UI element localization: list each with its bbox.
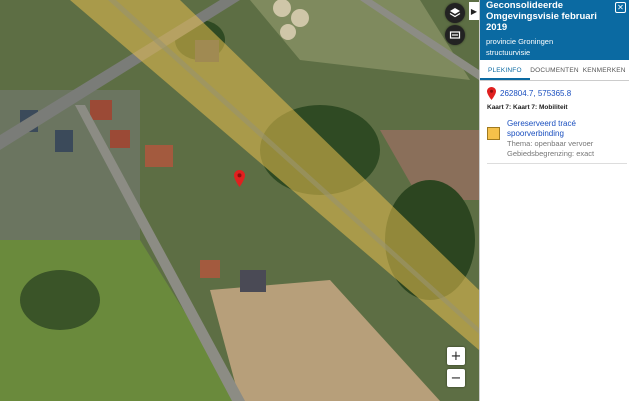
legend-button[interactable] [445, 25, 465, 45]
map-pin-icon[interactable] [234, 170, 245, 187]
close-icon: ✕ [617, 3, 624, 12]
zoom-in-button[interactable]: + [447, 347, 465, 365]
map-view[interactable]: ▶ + − [0, 0, 479, 401]
legend-icon [449, 31, 461, 39]
plan-title: Geconsolideerde Omgevingsvisie februari … [486, 0, 597, 33]
divider [487, 163, 627, 164]
layers-icon [449, 8, 461, 18]
tree-cluster [20, 270, 100, 330]
feature-swatch [487, 127, 500, 140]
viewer-window: ▶ + − Geconsolideerde Omgevingsvisie feb… [0, 0, 629, 401]
plan-province: provincie Groningen [486, 37, 554, 46]
close-button[interactable]: ✕ [615, 2, 626, 13]
feature-title-link[interactable]: Gereserveerd tracé spoorverbinding [507, 119, 625, 139]
map-pin-icon [487, 87, 496, 100]
chevron-right-icon: ▶ [470, 6, 478, 16]
coordinates-link[interactable]: 262804.7, 575365.8 [500, 89, 571, 98]
layers-button[interactable] [445, 3, 465, 23]
feature-boundary: Gebiedsbegrenzing: exact [507, 148, 595, 158]
aerial-imagery [0, 0, 479, 401]
plan-status: geconsolideerd (2019-02-20) [486, 59, 583, 68]
map-name: Kaart 7: Kaart 7: Mobiliteit [487, 104, 568, 111]
info-panel: Geconsolideerde Omgevingsvisie februari … [479, 0, 629, 401]
plan-type: structuurvisie [486, 48, 531, 57]
feature-theme: Thema: openbaar vervoer [507, 139, 594, 148]
panel-header: Geconsolideerde Omgevingsvisie februari … [480, 0, 629, 68]
coordinates-row: 262804.7, 575365.8 [480, 81, 629, 100]
feature-item[interactable]: Gereserveerd tracé spoorverbinding Thema… [480, 111, 629, 158]
zoom-out-button[interactable]: − [447, 369, 465, 387]
collapse-panel-button[interactable]: ▶ [469, 2, 479, 20]
